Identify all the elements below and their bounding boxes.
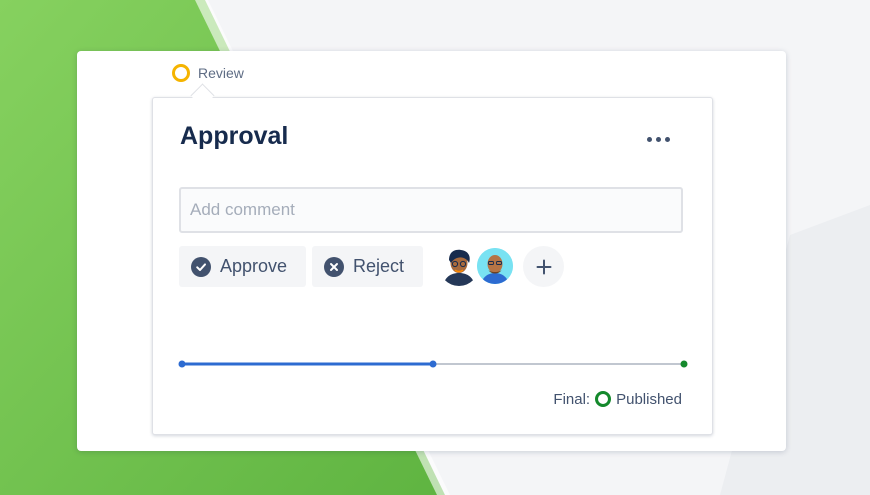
approve-label: Approve [220, 256, 288, 276]
final-status-label: Published [616, 390, 682, 408]
status-indicator[interactable]: Review [172, 63, 244, 83]
more-dots-icon [646, 136, 652, 142]
avatar[interactable] [439, 246, 479, 286]
avatar[interactable] [475, 246, 515, 286]
person-avatar-icon [439, 246, 479, 286]
check-circle-icon [191, 256, 211, 277]
progress-start-node [178, 360, 186, 368]
card-title: Approval [180, 122, 289, 150]
add-reviewer-button[interactable] [523, 246, 564, 287]
progress-current-node [429, 360, 437, 368]
more-options-button[interactable] [641, 128, 675, 150]
workflow-progress-bar [178, 360, 688, 368]
approve-button[interactable]: Approve [179, 246, 306, 287]
status-dot-icon [172, 64, 190, 82]
final-prefix: Final: [553, 390, 591, 408]
progress-end-node [680, 360, 688, 368]
cross-circle-icon [324, 256, 344, 277]
reject-label: Reject [353, 256, 405, 276]
comment-input[interactable] [179, 187, 683, 233]
person-avatar-icon [477, 248, 513, 284]
approval-card: Approval Approve Reject [152, 97, 713, 435]
published-dot-icon [595, 391, 612, 407]
reject-button[interactable]: Reject [312, 246, 423, 287]
final-status: Final: Published [553, 388, 682, 410]
status-label: Review [198, 65, 244, 81]
plus-icon [536, 259, 551, 274]
